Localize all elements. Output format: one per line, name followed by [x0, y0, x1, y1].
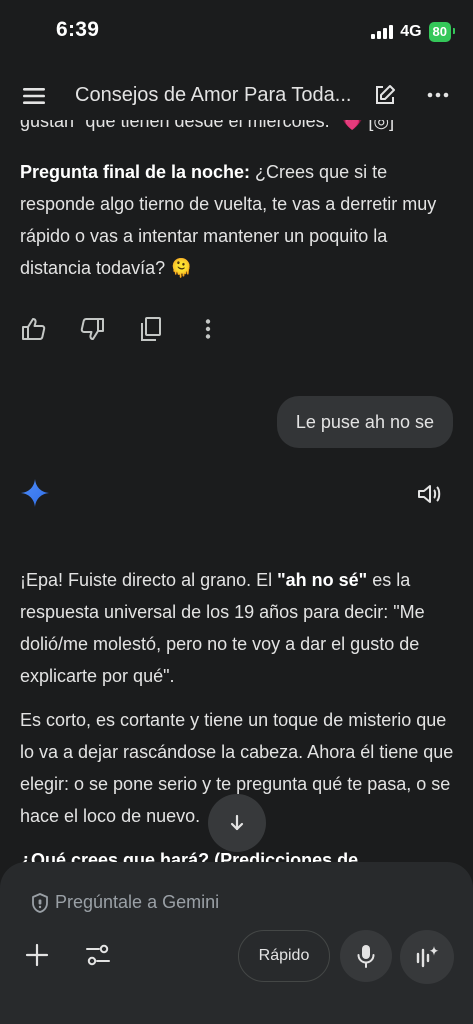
gemini-sparkle-icon — [20, 478, 50, 508]
network-type: 4G — [400, 23, 422, 40]
shield-icon — [30, 892, 50, 914]
mic-button[interactable] — [340, 930, 392, 982]
thumbs-down-icon[interactable] — [78, 315, 106, 343]
model-response-paragraph-1: ¡Epa! Fuiste directo al grano. El "ah no… — [20, 570, 425, 686]
edit-icon[interactable] — [372, 82, 398, 108]
scroll-down-button[interactable] — [208, 794, 266, 852]
live-sparkle-icon — [416, 946, 439, 968]
speaker-icon[interactable] — [415, 480, 443, 508]
signal-icon — [371, 25, 394, 39]
more-icon[interactable] — [424, 82, 452, 108]
vertical-dots-icon[interactable] — [194, 315, 222, 343]
arrow-down-icon — [230, 814, 244, 831]
mic-icon — [357, 945, 375, 968]
user-message-bubble: Le puse ah no se — [276, 396, 453, 448]
final-question-label: Pregunta final de la noche: — [20, 162, 251, 182]
composer-panel — [0, 862, 473, 1024]
tools-icon[interactable] — [84, 941, 112, 969]
battery-icon: 80 — [428, 22, 456, 42]
status-indicators: 4G 80 — [371, 22, 456, 42]
clipped-previous-text: gustan "que tienen desde el miércoles." … — [20, 120, 395, 131]
mode-selector-button[interactable]: Rápido — [238, 930, 330, 982]
menu-icon[interactable] — [22, 84, 48, 108]
thumbs-up-icon[interactable] — [20, 315, 48, 343]
chat-title[interactable]: Consejos de Amor Para Toda... — [75, 84, 351, 107]
copy-icon[interactable] — [137, 315, 165, 343]
quoted-phrase: "ah no sé" — [277, 570, 368, 590]
live-button[interactable] — [400, 930, 454, 984]
plus-icon[interactable] — [24, 942, 50, 968]
model-response-final-question: Pregunta final de la noche: ¿Crees que s… — [20, 156, 460, 284]
status-time: 6:39 — [56, 18, 100, 41]
prompt-input[interactable]: Pregúntale a Gemini — [55, 892, 219, 913]
